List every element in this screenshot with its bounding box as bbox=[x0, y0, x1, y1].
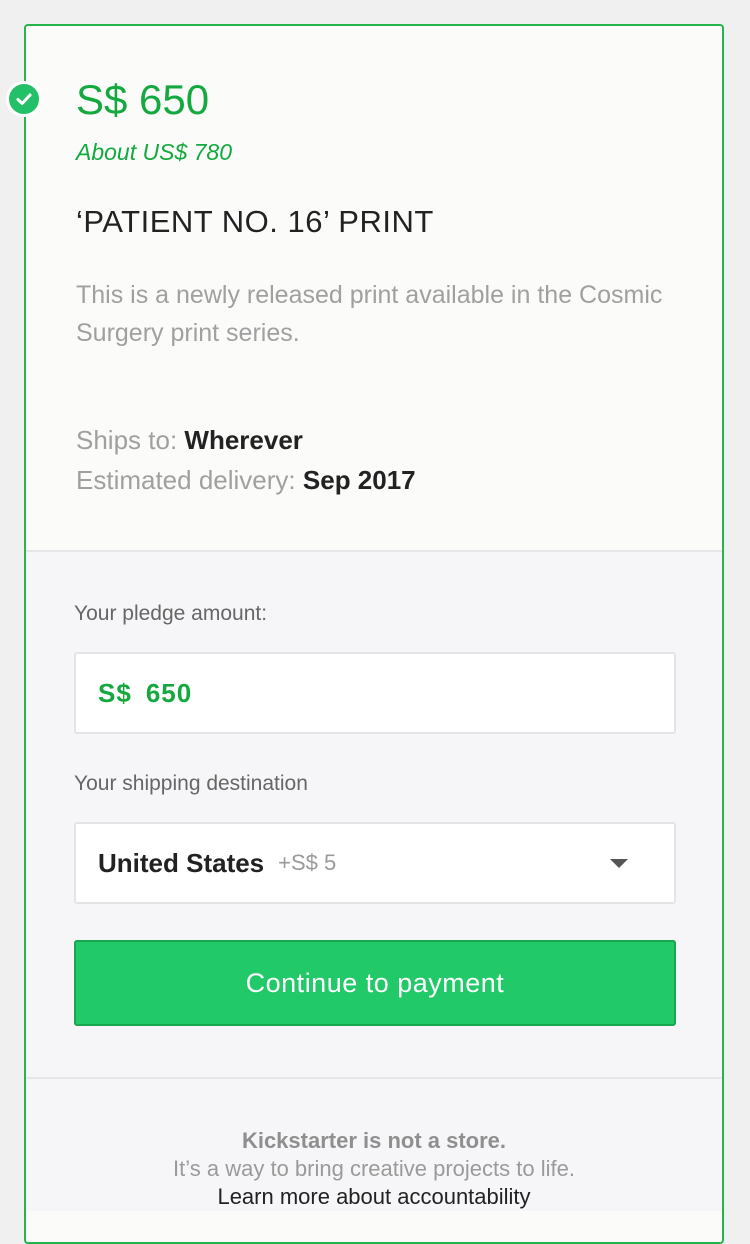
footer-description: It’s a way to bring creative projects to… bbox=[173, 1156, 575, 1181]
pledge-amount-input[interactable]: S$ 650 bbox=[74, 652, 676, 734]
selected-check-icon bbox=[6, 81, 42, 117]
shipping-country: United States bbox=[98, 847, 265, 878]
pledge-amount-value: 650 bbox=[145, 677, 193, 708]
shipping-destination-label: Your shipping destination bbox=[74, 772, 308, 795]
pledge-amount-label: Your pledge amount: bbox=[74, 602, 268, 625]
ships-to-label: Ships to: bbox=[76, 425, 178, 455]
pledge-form: Your pledge amount: S$ 650 Your shipping… bbox=[26, 552, 722, 1079]
reward-description: This is a newly released print available… bbox=[76, 281, 663, 347]
delivery-label: Estimated delivery: bbox=[76, 465, 296, 495]
reward-card: S$ 650 About US$ 780 ‘PATIENT NO. 16’ PR… bbox=[24, 24, 724, 1244]
reward-price: S$ 650 bbox=[76, 76, 210, 123]
reward-price-usd: About US$ 780 bbox=[76, 139, 233, 165]
ships-to-row: Ships to: Wherever bbox=[76, 420, 672, 460]
accountability-footer: Kickstarter is not a store. It’s a way t… bbox=[26, 1079, 722, 1211]
pledge-currency: S$ bbox=[98, 677, 132, 708]
continue-to-payment-button[interactable]: Continue to payment bbox=[74, 940, 676, 1026]
reward-details: S$ 650 About US$ 780 ‘PATIENT NO. 16’ PR… bbox=[26, 26, 722, 552]
delivery-value: Sep 2017 bbox=[302, 465, 416, 495]
reward-meta: Ships to: Wherever Estimated delivery: S… bbox=[76, 420, 672, 500]
ships-to-value: Wherever bbox=[184, 425, 303, 455]
footer-not-store: Kickstarter is not a store. bbox=[241, 1128, 507, 1153]
shipping-destination-select[interactable]: United States +S$ 5 bbox=[74, 822, 676, 904]
shipping-cost: +S$ 5 bbox=[278, 850, 337, 875]
chevron-down-icon bbox=[610, 859, 628, 868]
delivery-row: Estimated delivery: Sep 2017 bbox=[76, 460, 672, 500]
reward-title: ‘PATIENT NO. 16’ PRINT bbox=[76, 204, 434, 239]
accountability-link[interactable]: Learn more about accountability bbox=[26, 1183, 722, 1211]
